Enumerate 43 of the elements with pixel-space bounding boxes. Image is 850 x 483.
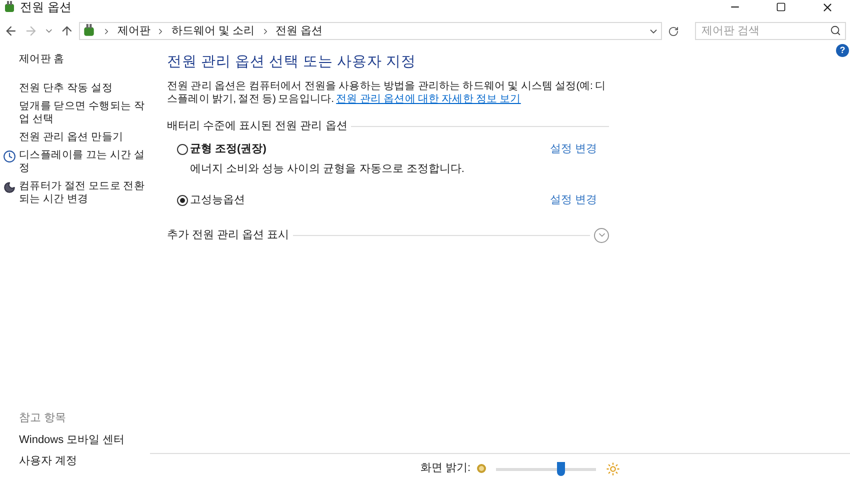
plan-name[interactable]: 고성능옵션: [190, 192, 245, 209]
battery-plug-icon: [3, 0, 16, 14]
brightness-label: 화면 밝기:: [420, 461, 471, 476]
see-also-link[interactable]: 사용자 계정: [0, 452, 150, 469]
see-also-link[interactable]: Windows 모바일 센터: [0, 432, 150, 448]
sidebar-link[interactable]: 제어판 홈: [19, 53, 64, 66]
dim-brightness-icon: [476, 464, 486, 473]
close-icon: [820, 0, 834, 14]
sidebar-link[interactable]: 컴퓨터가 절전 모드로 전환되는 시간 변경: [19, 180, 146, 206]
moon-icon: [3, 181, 16, 194]
more-plans-label[interactable]: 추가 전원 관리 옵션 표시: [167, 226, 290, 244]
sidebar-link[interactable]: 덮개를 닫으면 수행되는 작업 선택: [19, 100, 146, 126]
radio-button[interactable]: [177, 195, 188, 206]
plan-name[interactable]: 균형 조정(권장): [190, 141, 266, 158]
page-heading: 전원 관리 옵션 선택 또는 사용자 지정: [167, 53, 418, 72]
maximize-icon: [776, 2, 786, 12]
see-also-heading: 참고 항목: [18, 410, 68, 426]
info-link[interactable]: 전원 관리 옵션에 대한 자세한 정보 보기: [336, 92, 521, 105]
plan-description: 에너지 소비와 성능 사이의 균형을 자동으로 조정합니다.: [190, 162, 466, 177]
breadcrumb-item[interactable]: 하드웨어 및 소리: [171, 22, 255, 40]
breadcrumb-item[interactable]: 전원 옵션: [276, 22, 323, 40]
breadcrumb-item[interactable]: 제어판: [117, 22, 150, 40]
back-arrow-icon[interactable]: [4, 24, 18, 38]
search-icon[interactable]: [830, 25, 842, 36]
description-text: 전원 관리 옵션은 컴퓨터에서 전원을 사용하는 방법을 관리하는 하드웨어 및 시스템 설정(예: 디스플레이 밝기, 절전 등) 모음입니다. 전원 관리 옵션에 대한 자세한 정보 보기: [167, 80, 607, 106]
change-settings-link[interactable]: 설정 변경: [550, 192, 597, 209]
expand-toggle[interactable]: [594, 228, 609, 242]
refresh-icon[interactable]: [668, 26, 679, 36]
sidebar-link[interactable]: 디스플레이를 끄는 시간 설정: [19, 149, 146, 175]
search-field[interactable]: 제어판 검색: [694, 22, 846, 40]
brightness-slider[interactable]: [496, 462, 596, 476]
window-title: 전원 옵션: [20, 0, 72, 16]
change-settings-link[interactable]: 설정 변경: [550, 141, 597, 158]
sidebar-link[interactable]: 전원 관리 옵션 만들기: [19, 131, 124, 144]
address-field[interactable]: 제어판 하드웨어 및 소리 전원 옵션: [79, 22, 662, 40]
slider-thumb[interactable]: [556, 462, 565, 476]
help-icon[interactable]: ?: [836, 44, 849, 57]
battery-plug-icon: [82, 24, 96, 38]
group-title: 배터리 수준에 표시된 전원 관리 옵션: [167, 118, 348, 134]
sidebar-link[interactable]: 전원 단추 작동 설정: [19, 82, 112, 95]
radio-button[interactable]: [177, 144, 188, 155]
display-clock-icon: [3, 150, 16, 163]
bright-sun-icon: [606, 462, 620, 476]
